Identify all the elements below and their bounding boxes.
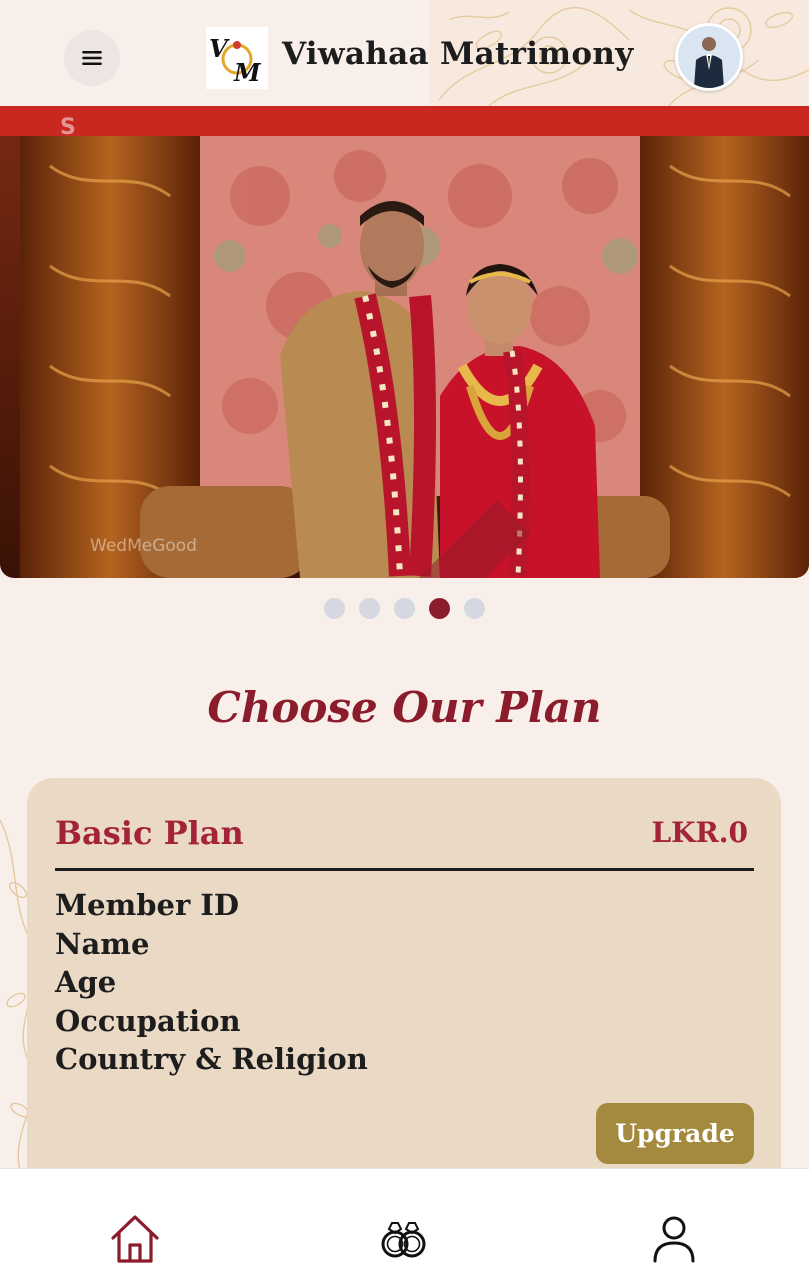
plan-features-list: Member ID Name Age Occupation Country & …	[55, 886, 368, 1079]
user-icon	[653, 1216, 695, 1263]
plan-name: Basic Plan	[55, 814, 244, 852]
app-logo: V M	[206, 27, 268, 89]
svg-text:S: S	[60, 115, 76, 140]
wedding-banner-carousel[interactable]: S WedMeGood	[0, 106, 809, 578]
nav-profile[interactable]	[644, 1209, 704, 1269]
plan-feature: Age	[55, 965, 117, 999]
carousel-dot-1[interactable]	[324, 598, 345, 619]
plan-feature: Name	[55, 926, 150, 961]
upgrade-button[interactable]: Upgrade	[596, 1103, 754, 1164]
bottom-navigation	[0, 1168, 809, 1280]
nav-matches[interactable]	[374, 1209, 434, 1269]
plan-feature: Member ID	[55, 888, 240, 922]
carousel-indicators	[0, 598, 809, 619]
plan-divider	[55, 868, 754, 871]
basic-plan-card: Basic Plan LKR.0 Member ID Name Age Occu…	[27, 778, 781, 1198]
app-title: Viwahaa Matrimony	[282, 36, 634, 72]
hamburger-menu-icon	[82, 50, 102, 66]
profile-avatar[interactable]	[675, 23, 743, 91]
svg-text:V: V	[209, 34, 230, 63]
carousel-dot-4[interactable]	[429, 598, 450, 619]
previous-slide-icon[interactable]	[26, 446, 809, 578]
home-icon	[111, 1215, 159, 1263]
plan-feature: Occupation	[55, 1003, 241, 1038]
next-slide-icon[interactable]	[758, 446, 809, 578]
plans-section-title: Choose Our Plan	[207, 683, 602, 732]
svg-text:M: M	[233, 58, 262, 87]
logo-image: V M	[209, 34, 262, 87]
carousel-dot-3[interactable]	[394, 598, 415, 619]
plan-price: LKR.0	[651, 816, 748, 849]
plan-feature: Country & Religion	[55, 1042, 368, 1076]
carousel-dot-2[interactable]	[359, 598, 380, 619]
rings-icon	[381, 1222, 426, 1258]
app-header: V M Viwahaa Matrimony	[0, 0, 809, 106]
carousel-dot-5[interactable]	[464, 598, 485, 619]
menu-button[interactable]	[64, 30, 120, 86]
banner-watermark: WedMeGood	[90, 536, 197, 556]
avatar-image	[678, 26, 740, 88]
nav-home[interactable]	[105, 1209, 165, 1269]
